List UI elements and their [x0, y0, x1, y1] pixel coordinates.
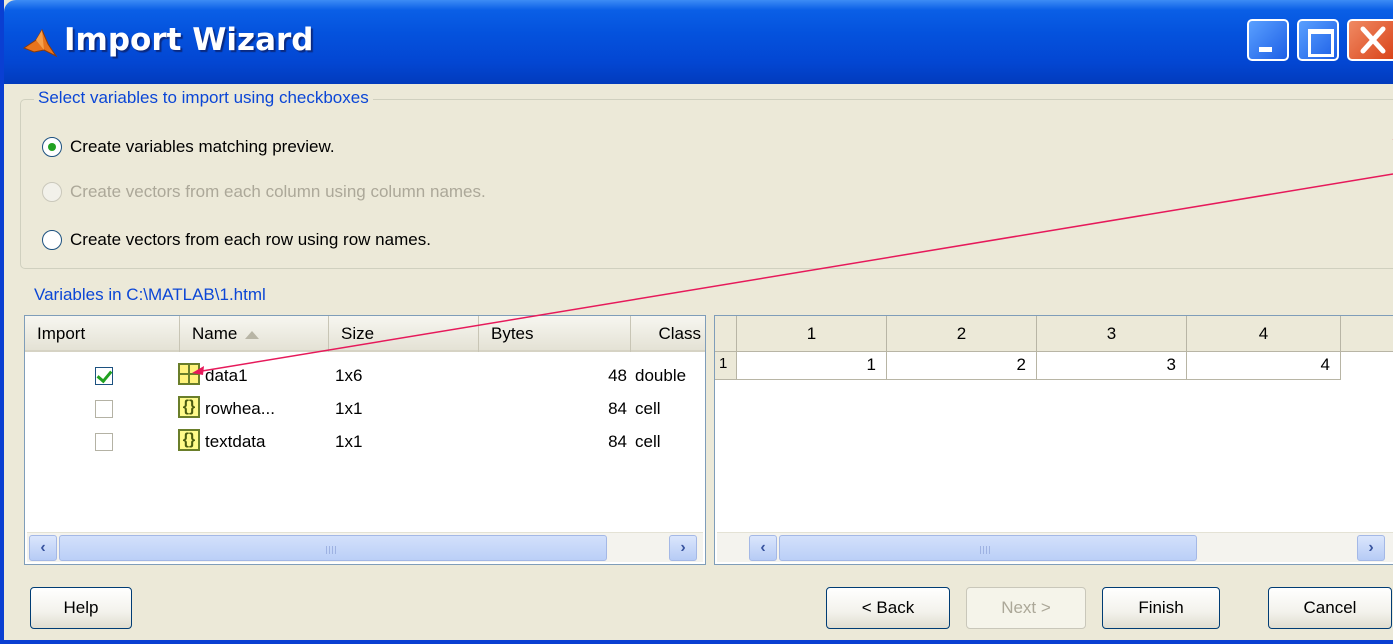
table-row[interactable]: {} rowhea... 1x1 84 cell [25, 392, 705, 425]
var-bytes: 84 [608, 432, 627, 451]
preview-cell[interactable]: 1 [737, 352, 887, 380]
preview-header-row: 1 2 3 4 [715, 316, 1393, 352]
radio-preview-label: Create variables matching preview. [70, 137, 335, 156]
scroll-right-button[interactable]: › [669, 535, 697, 561]
header-class[interactable]: Class [631, 316, 707, 352]
var-class: cell [635, 399, 661, 418]
close-button[interactable] [1347, 19, 1393, 61]
preview-col-header[interactable]: 2 [887, 316, 1037, 352]
variables-header-row: Import Name Size Bytes Class [25, 316, 705, 352]
preview-row-header: 1 [715, 352, 737, 380]
variables-table[interactable]: Import Name Size Bytes Class data1 1x6 4… [24, 315, 706, 565]
scroll-left-button[interactable]: ‹ [749, 535, 777, 561]
radio-preview-option[interactable]: Create variables matching preview. [42, 135, 335, 159]
var-bytes: 84 [608, 399, 627, 418]
import-checkbox[interactable] [95, 433, 113, 451]
preview-col-header[interactable]: 1 [737, 316, 887, 352]
preview-cell[interactable]: 3 [1037, 352, 1187, 380]
var-size: 1x1 [335, 432, 363, 451]
import-checkbox[interactable] [95, 367, 113, 385]
title-bar[interactable]: Import Wizard [4, 0, 1393, 84]
preview-cell[interactable]: 4 [1187, 352, 1341, 380]
scroll-left-button[interactable]: ‹ [29, 535, 57, 561]
window-title: Import Wizard [64, 22, 314, 58]
preview-corner [715, 316, 737, 352]
radio-rows-option[interactable]: Create vectors from each row using row n… [42, 228, 431, 252]
radio-rows[interactable] [42, 230, 62, 250]
variables-label: Variables in C:\MATLAB\1.html [34, 285, 266, 304]
cancel-button[interactable]: Cancel [1268, 587, 1392, 629]
preview-row: 1 1 2 3 4 [715, 352, 1393, 380]
finish-button[interactable]: Finish [1102, 587, 1220, 629]
var-name: rowhea... [205, 399, 275, 418]
matlab-logo-icon [22, 28, 58, 58]
header-name[interactable]: Name [180, 316, 329, 352]
next-button: Next > [966, 587, 1086, 629]
radio-preview[interactable] [42, 137, 62, 157]
maximize-button[interactable] [1297, 19, 1339, 61]
header-size[interactable]: Size [329, 316, 479, 352]
cell-icon: {} [178, 429, 200, 451]
var-bytes: 48 [608, 366, 627, 385]
options-legend: Select variables to import using checkbo… [34, 88, 373, 108]
table-row[interactable]: data1 1x6 48 double [25, 359, 705, 392]
close-icon [1360, 26, 1386, 54]
table-row[interactable]: {} textdata 1x1 84 cell [25, 425, 705, 458]
preview-cell[interactable]: 2 [887, 352, 1037, 380]
preview-col-header[interactable]: 4 [1187, 316, 1341, 352]
preview-grid[interactable]: 1 2 3 4 1 1 2 3 4 ‹ › [714, 315, 1393, 565]
import-checkbox[interactable] [95, 400, 113, 418]
radio-columns [42, 182, 62, 202]
var-name: data1 [205, 366, 248, 385]
header-import[interactable]: Import [25, 316, 180, 352]
preview-col-header-partial [1341, 316, 1393, 352]
scroll-grip-icon [980, 546, 992, 554]
radio-columns-option: Create vectors from each column using co… [42, 180, 486, 204]
var-size: 1x1 [335, 399, 363, 418]
var-class: cell [635, 432, 661, 451]
var-class: double [635, 366, 687, 385]
var-size: 1x6 [335, 366, 363, 385]
sort-ascending-icon [245, 330, 260, 339]
minimize-button[interactable] [1247, 19, 1289, 61]
var-name: textdata [205, 432, 266, 451]
scroll-thumb[interactable] [59, 535, 607, 561]
radio-rows-label: Create vectors from each row using row n… [70, 230, 431, 249]
scroll-right-button[interactable]: › [1357, 535, 1385, 561]
header-bytes[interactable]: Bytes [479, 316, 631, 352]
cell-icon: {} [178, 396, 200, 418]
scroll-thumb[interactable] [779, 535, 1197, 561]
preview-col-header[interactable]: 3 [1037, 316, 1187, 352]
radio-columns-label: Create vectors from each column using co… [70, 182, 486, 201]
header-name-label: Name [192, 324, 238, 343]
scroll-grip-icon [326, 546, 338, 554]
import-wizard-window: Import Wizard Select variables to import… [0, 0, 1393, 644]
variables-hscrollbar[interactable]: ‹ › [27, 532, 703, 562]
help-button[interactable]: Help [30, 587, 132, 629]
preview-hscrollbar[interactable]: ‹ › [717, 532, 1393, 562]
matrix-icon [178, 363, 200, 385]
back-button[interactable]: < Back [826, 587, 950, 629]
